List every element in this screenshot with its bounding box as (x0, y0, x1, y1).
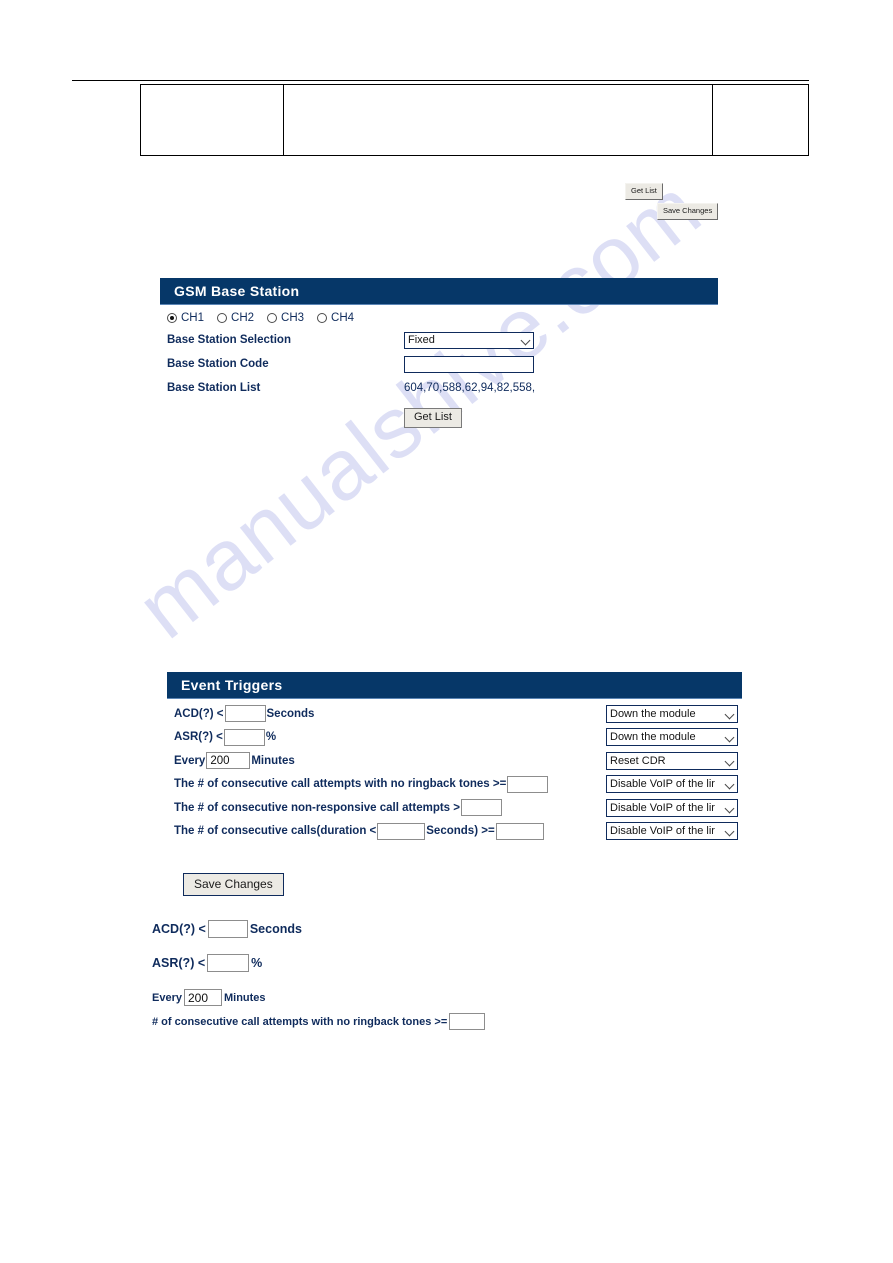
header-rule (72, 80, 809, 81)
base-station-code-row: Base Station Code (160, 352, 718, 376)
event-row-ringback-action-select[interactable]: Disable VoIP of the lir (606, 775, 738, 794)
standalone-acd-pre: ACD(?) < (152, 922, 206, 936)
event-row-nonresponsive-action-select[interactable]: Disable VoIP of the lir (606, 798, 738, 817)
radio-ch2-label: CH2 (231, 312, 255, 324)
gsm-panel-body: CH1 CH2 CH3 CH4 Base Station Selection F… (160, 305, 718, 428)
event-row-ringback: The # of consecutive call attempts with … (167, 773, 742, 797)
base-station-selection-label: Base Station Selection (167, 334, 291, 346)
page-root: Get List Save Changes GSM Base Station C… (0, 0, 893, 1263)
event-row-every-action-value: Reset CDR (610, 754, 666, 767)
event-row-ringback-pre: The # of consecutive call attempts with … (174, 778, 507, 791)
event-row-every-action-select[interactable]: Reset CDR (606, 751, 738, 770)
radio-ch1-label: CH1 (181, 312, 205, 324)
radio-ch4-icon[interactable] (317, 313, 328, 323)
chevron-down-icon (726, 733, 734, 741)
event-row-asr-action-value: Down the module (610, 731, 696, 744)
radio-ch2-icon[interactable] (217, 313, 228, 323)
standalone-every-pre: Every (152, 991, 182, 1004)
radio-ch4[interactable]: CH4 (317, 312, 354, 324)
standalone-asr-row: ASR(?) < % (152, 954, 262, 972)
event-row-acd-post: Seconds (266, 707, 315, 720)
standalone-acd-input[interactable] (207, 920, 248, 938)
event-row-every: Every 200 Minutes Reset CDR (167, 749, 742, 773)
save-changes-button-top[interactable]: Save Changes (657, 203, 719, 220)
event-row-asr-input[interactable] (223, 728, 265, 746)
standalone-every-post: Minutes (223, 991, 266, 1004)
event-row-every-pre: Every (174, 754, 206, 767)
header-table-cell-1 (141, 85, 284, 155)
standalone-acd-post: Seconds (249, 922, 302, 936)
event-row-nonresponsive-pre: The # of consecutive non-responsive call… (174, 801, 460, 814)
event-row-acd: ACD(?) < Seconds Down the module (167, 702, 742, 726)
event-row-asr-action-select[interactable]: Down the module (606, 728, 738, 747)
base-station-code-input[interactable] (404, 355, 534, 373)
chevron-down-icon (726, 827, 734, 835)
event-triggers-body: ACD(?) < Seconds Down the module ASR(?) … (167, 699, 742, 896)
event-row-ringback-input[interactable] (507, 775, 549, 793)
base-station-selection-select[interactable]: Fixed (404, 331, 534, 349)
gsm-panel-title: GSM Base Station (160, 278, 718, 305)
event-row-duration: The # of consecutive calls(duration < Se… (167, 820, 742, 844)
base-station-list-row: Base Station List 604,70,588,62,94,82,55… (160, 376, 718, 400)
header-table (140, 84, 809, 156)
radio-ch4-label: CH4 (331, 312, 355, 324)
radio-ch3-label: CH3 (281, 312, 305, 324)
event-row-ringback-action-value: Disable VoIP of the lir (610, 778, 715, 791)
radio-ch2[interactable]: CH2 (217, 312, 254, 324)
base-station-list-value: 604,70,588,62,94,82,558, (404, 382, 536, 394)
event-row-every-input[interactable]: 200 (206, 752, 251, 770)
event-row-asr: ASR(?) < % Down the module (167, 726, 742, 750)
radio-ch3-icon[interactable] (267, 313, 278, 323)
base-station-selection-row: Base Station Selection Fixed (160, 328, 718, 352)
event-row-duration-action-value: Disable VoIP of the lir (610, 825, 715, 838)
event-row-nonresponsive: The # of consecutive non-responsive call… (167, 796, 742, 820)
header-table-cell-2 (284, 85, 713, 155)
radio-ch3[interactable]: CH3 (267, 312, 304, 324)
event-row-asr-post: % (265, 731, 277, 744)
event-row-duration-input-2[interactable] (495, 822, 544, 840)
event-row-acd-action-select[interactable]: Down the module (606, 704, 738, 723)
standalone-asr-input[interactable] (207, 954, 250, 972)
standalone-acd-row: ACD(?) < Seconds (152, 920, 302, 938)
standalone-asr-post: % (251, 956, 263, 970)
get-list-button-top[interactable]: Get List (625, 183, 663, 200)
chevron-down-icon (726, 710, 734, 718)
base-station-list-label: Base Station List (167, 382, 261, 394)
radio-ch1-icon[interactable] (167, 313, 177, 323)
event-row-acd-action-value: Down the module (610, 707, 696, 720)
event-row-every-post: Minutes (251, 754, 295, 767)
event-row-duration-mid: Seconds) >= (426, 825, 495, 838)
event-row-acd-pre: ACD(?) < (174, 707, 224, 720)
channel-radio-group: CH1 CH2 CH3 CH4 (160, 310, 718, 328)
get-list-button-wrap: Get List (160, 400, 718, 428)
base-station-selection-value: Fixed (408, 334, 435, 346)
event-row-duration-input[interactable] (377, 822, 426, 840)
event-row-asr-pre: ASR(?) < (174, 731, 223, 744)
base-station-code-label: Base Station Code (167, 358, 269, 370)
chevron-down-icon (726, 804, 734, 812)
event-row-duration-pre: The # of consecutive calls(duration < (174, 825, 377, 838)
event-row-nonresponsive-input[interactable] (460, 799, 502, 817)
get-list-button[interactable]: Get List (404, 408, 462, 428)
standalone-asr-pre: ASR(?) < (152, 956, 206, 970)
radio-ch1[interactable]: CH1 (167, 312, 204, 324)
header-table-cell-3 (713, 85, 808, 155)
chevron-down-icon (726, 780, 734, 788)
event-row-duration-action-select[interactable]: Disable VoIP of the lir (606, 822, 738, 841)
event-row-acd-input[interactable] (224, 705, 266, 723)
chevron-down-icon (522, 336, 530, 344)
gsm-base-station-panel: GSM Base Station CH1 CH2 CH3 CH4 Base St… (160, 278, 718, 428)
event-triggers-panel: Event Triggers ACD(?) < Seconds Down the… (167, 672, 742, 896)
standalone-ringback-label: # of consecutive call attempts with no r… (152, 1015, 448, 1028)
save-changes-wrap: Save Changes (167, 843, 742, 896)
standalone-every-row: Every 200 Minutes (152, 989, 266, 1006)
event-row-nonresponsive-action-value: Disable VoIP of the lir (610, 801, 715, 814)
standalone-ringback-row: # of consecutive call attempts with no r… (152, 1013, 487, 1030)
standalone-every-input[interactable]: 200 (183, 989, 222, 1006)
save-changes-button[interactable]: Save Changes (183, 873, 284, 896)
standalone-ringback-input[interactable] (449, 1013, 486, 1030)
event-triggers-title: Event Triggers (167, 672, 742, 699)
chevron-down-icon (726, 757, 734, 765)
